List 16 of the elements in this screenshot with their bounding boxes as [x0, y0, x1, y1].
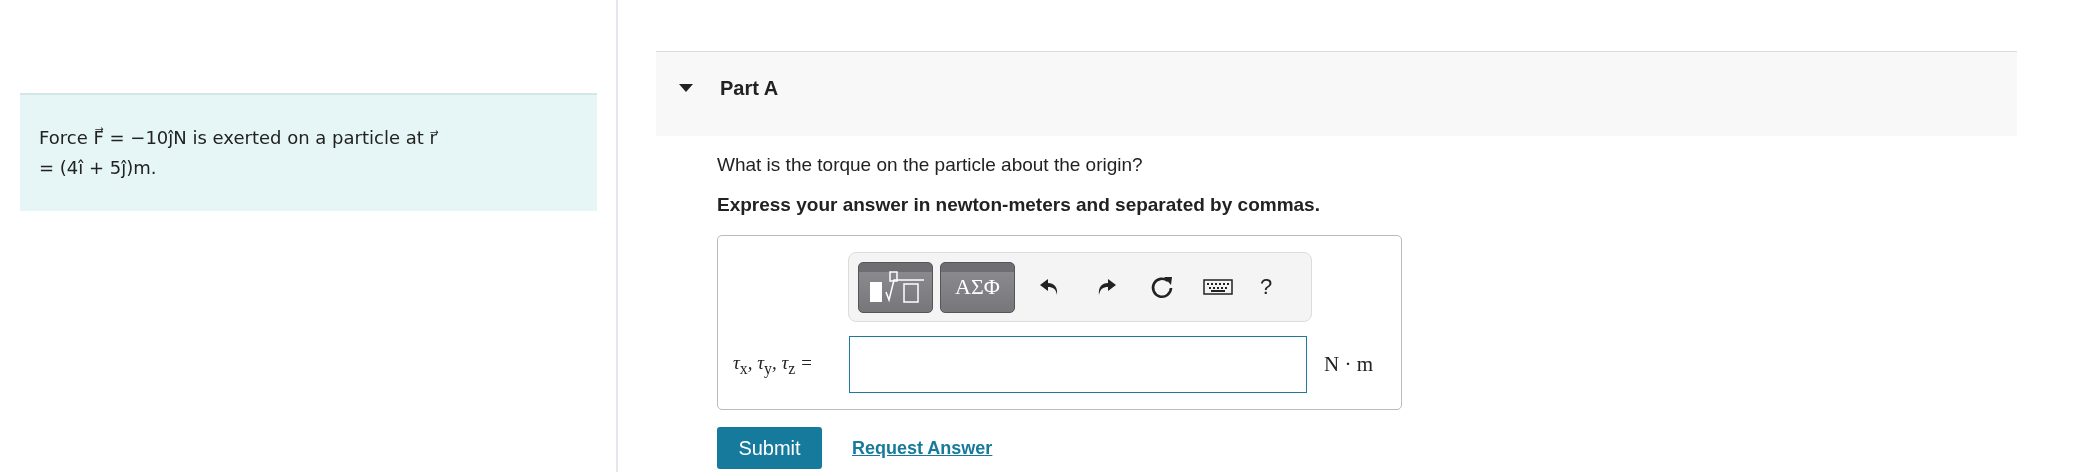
part-header[interactable]: Part A	[656, 51, 2017, 136]
instruction-text: Express your answer in newton-meters and separated by commas.	[717, 194, 1321, 216]
problem-statement: Force F⃗ = −10ĵN is exerted on a particle at r⃗ = (4î + 5ĵ)m.	[20, 93, 597, 211]
part-title: Part A	[720, 76, 779, 100]
answer-label: τ$_{x}$, τ$_{y}$, τ$_{z}$ =	[732, 351, 814, 378]
units-label: N · m	[1324, 352, 1373, 377]
question-text: What is the torque on the particle about the origin?	[717, 154, 1144, 176]
help-button[interactable]: ?	[1246, 267, 1286, 307]
submit-button[interactable]: Submit	[717, 427, 822, 469]
request-answer-link[interactable]: Request Answer	[852, 437, 993, 459]
symbols-button[interactable]: ΑΣΦ	[940, 261, 1015, 313]
reset-icon	[1149, 274, 1175, 300]
collapse-icon[interactable]	[678, 83, 694, 93]
answer-field[interactable]	[849, 336, 1307, 393]
keyboard-icon	[1203, 279, 1233, 295]
template-button[interactable]	[858, 261, 933, 313]
